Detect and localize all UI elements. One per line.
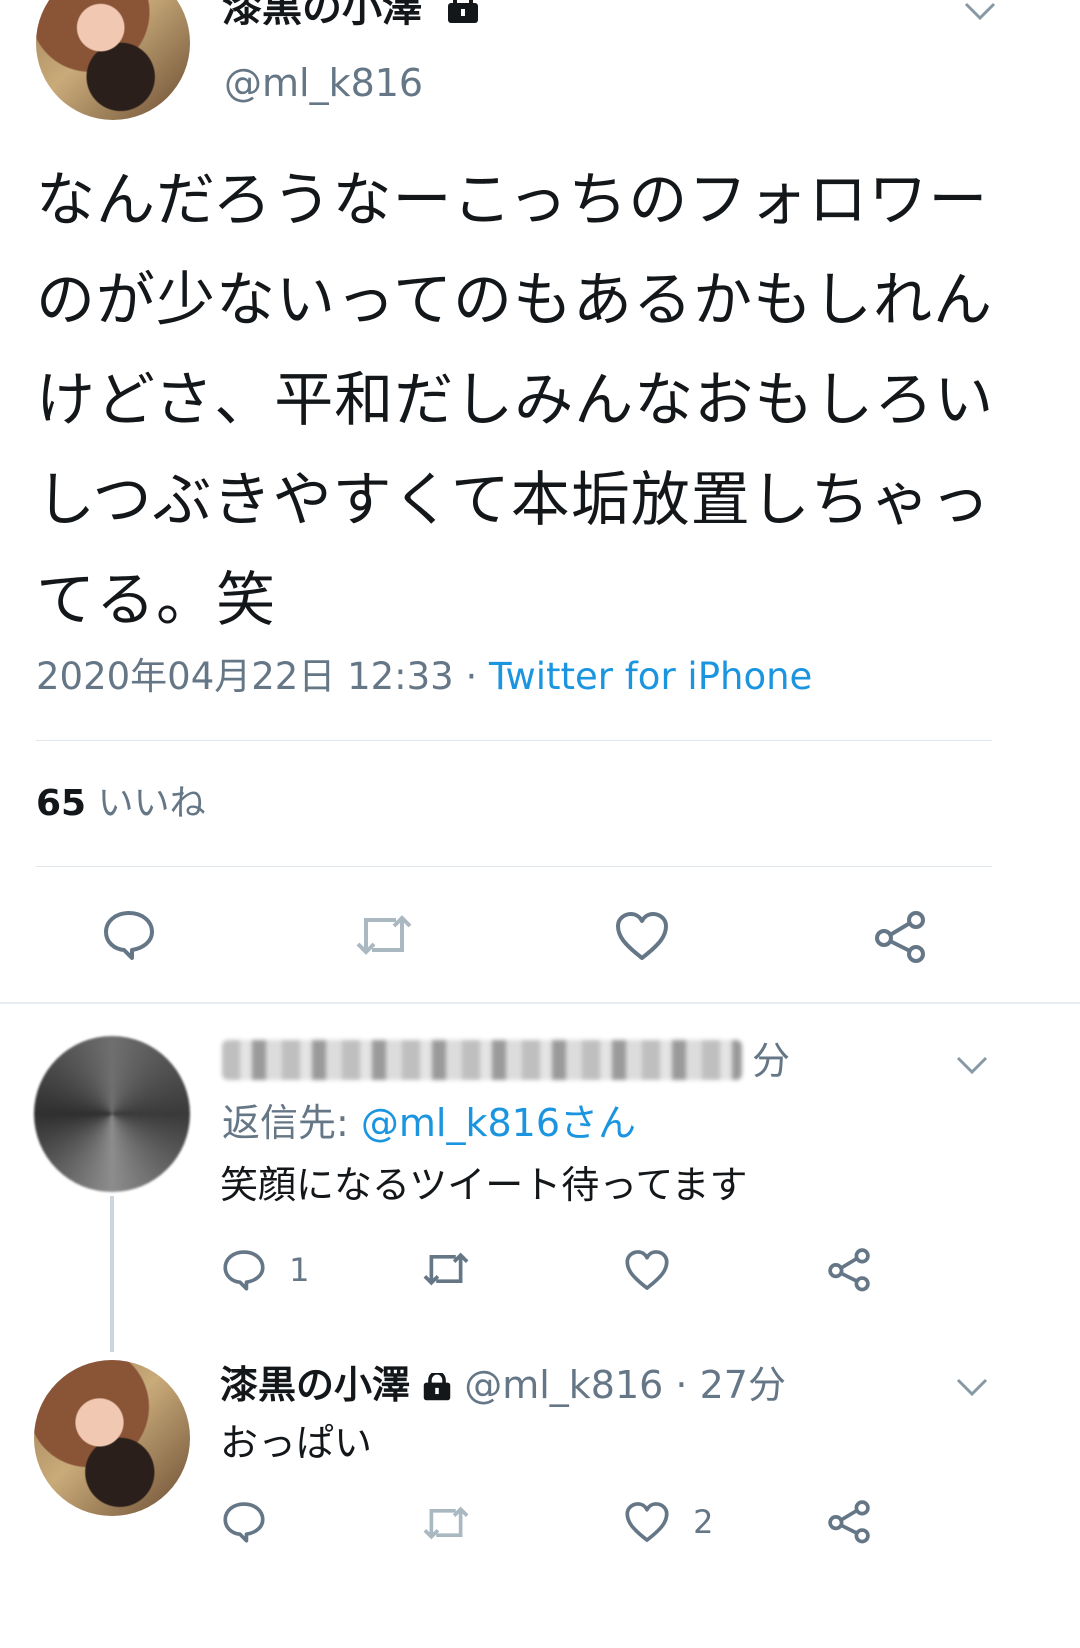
- retweet-icon: [423, 1252, 469, 1286]
- share-icon: [828, 1500, 870, 1544]
- likes-label: いいね: [97, 783, 206, 824]
- lock-icon: [422, 1363, 452, 1413]
- reply-2-reply-button[interactable]: [222, 1500, 266, 1548]
- author-handle[interactable]: @ml_k816: [224, 60, 423, 106]
- like-icon: [616, 912, 668, 960]
- retweet-button[interactable]: [352, 910, 416, 964]
- reply-2-menu-button[interactable]: [954, 1372, 990, 1404]
- share-icon: [875, 911, 925, 963]
- section-divider: [0, 1002, 1080, 1004]
- reply-1-like-button[interactable]: [624, 1248, 670, 1296]
- reply-1-retweet-button[interactable]: [420, 1248, 472, 1294]
- reply-2-like-button[interactable]: 2: [624, 1500, 713, 1544]
- reply-2-header: 漆黒の小澤 @ml_k816 · 27分: [220, 1360, 786, 1413]
- reply-icon: [223, 1502, 265, 1543]
- reply-2-time[interactable]: 27分: [700, 1363, 786, 1407]
- likes-count: 65: [36, 783, 87, 824]
- tweet-source-link[interactable]: Twitter for iPhone: [489, 655, 812, 698]
- tweet-meta: 2020年04月22日 12:33 · Twitter for iPhone: [36, 652, 812, 702]
- reply-2-text: おっぱい: [220, 1421, 373, 1465]
- likes-stat[interactable]: 65 いいね: [36, 780, 206, 828]
- reply-time: 分: [752, 1039, 791, 1083]
- reply-2-retweet-button[interactable]: [420, 1502, 472, 1548]
- tweet-timestamp[interactable]: 2020年04月22日 12:33: [36, 655, 454, 698]
- divider: [36, 740, 992, 741]
- reply-to-prefix: 返信先:: [222, 1101, 349, 1145]
- reply-2-share-button[interactable]: [826, 1498, 872, 1548]
- author-name-row[interactable]: 漆黒の小澤: [222, 0, 480, 32]
- author-display-name: 漆黒の小澤: [222, 0, 422, 31]
- reply-icon: [223, 1250, 265, 1291]
- retweet-icon: [423, 1506, 469, 1540]
- chevron-down-icon: [956, 1056, 988, 1075]
- reply-menu-button[interactable]: [954, 1050, 990, 1082]
- reply-to-handle[interactable]: @ml_k816さん: [361, 1101, 636, 1145]
- reply-text: 笑顔になるツイート待ってます: [220, 1163, 748, 1207]
- divider: [36, 866, 992, 867]
- author-avatar[interactable]: [36, 0, 190, 120]
- reply-1-reply-count: 1: [289, 1251, 310, 1289]
- tweet-text: なんだろうなーこっちのフォロワーのが少ないってのもあるかもしれんけどさ、平和だし…: [36, 165, 995, 634]
- chevron-down-icon: [956, 1378, 988, 1397]
- chevron-down-icon: [964, 2, 996, 21]
- reply-2-display-name[interactable]: 漆黒の小澤: [220, 1363, 410, 1407]
- thread-line: [110, 1196, 114, 1352]
- reply-2-handle[interactable]: @ml_k816: [464, 1363, 663, 1407]
- reply-2-author-avatar[interactable]: [34, 1360, 190, 1516]
- like-icon: [625, 1502, 669, 1542]
- reply-icon: [104, 911, 154, 960]
- reply-2-like-count: 2: [693, 1503, 714, 1541]
- reply-1-share-button[interactable]: [826, 1246, 872, 1296]
- share-icon: [828, 1248, 870, 1292]
- like-button[interactable]: [614, 910, 670, 966]
- reply-author-avatar[interactable]: [34, 1036, 190, 1192]
- reply-2-separator: ·: [675, 1363, 688, 1407]
- reply-to-line: 返信先: @ml_k816さん: [222, 1098, 636, 1148]
- reply-author-name-redacted[interactable]: [222, 1040, 742, 1080]
- lock-icon: [446, 0, 480, 32]
- reply-1-reply-button[interactable]: 1: [222, 1248, 309, 1292]
- like-icon: [625, 1250, 669, 1290]
- tweet-menu-button[interactable]: [962, 0, 998, 28]
- meta-separator: ·: [465, 655, 478, 698]
- retweet-icon: [356, 915, 412, 955]
- reply-button[interactable]: [102, 908, 156, 966]
- share-button[interactable]: [872, 908, 928, 968]
